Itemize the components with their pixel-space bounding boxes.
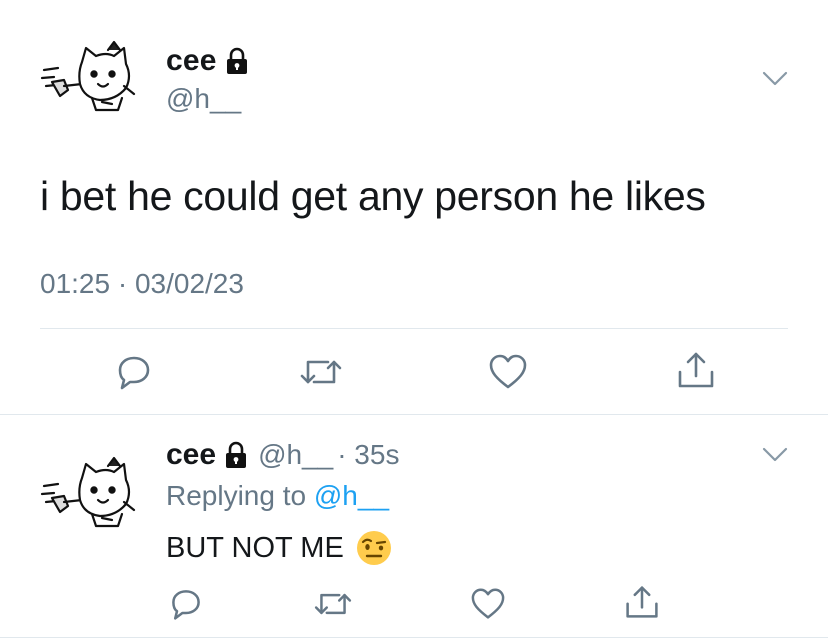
divider xyxy=(40,328,788,329)
like-icon xyxy=(471,588,505,619)
display-name[interactable]: cee xyxy=(166,438,216,472)
reply-icon xyxy=(118,356,150,390)
retweet-icon xyxy=(300,360,342,384)
avatar[interactable] xyxy=(38,40,144,114)
reply-text-row: BUT NOT ME xyxy=(166,528,392,568)
share-button[interactable] xyxy=(624,584,660,620)
chevron-down-icon[interactable] xyxy=(762,70,788,88)
reply-button[interactable] xyxy=(114,352,154,392)
cat-avatar-icon xyxy=(40,456,136,528)
reply-icon xyxy=(172,590,200,620)
cat-avatar-icon xyxy=(40,40,136,112)
share-button[interactable] xyxy=(676,350,716,390)
section-divider xyxy=(0,414,828,415)
retweet-button[interactable] xyxy=(312,588,354,620)
raised-eyebrow-face-icon xyxy=(356,530,392,566)
handle[interactable]: @h__ xyxy=(166,83,241,115)
timestamp[interactable]: 01:25 · 03/02/23 xyxy=(40,268,244,300)
like-icon xyxy=(489,354,527,389)
retweet-icon xyxy=(314,593,352,615)
share-icon xyxy=(626,586,658,618)
like-button[interactable] xyxy=(488,354,528,390)
replying-to: Replying to @h__ xyxy=(166,480,389,512)
reply-button[interactable] xyxy=(168,586,204,622)
tweet-age[interactable]: · 35s xyxy=(337,439,399,471)
replying-handle-link[interactable]: @h__ xyxy=(314,480,389,511)
reply-text: BUT NOT ME xyxy=(166,531,344,564)
handle[interactable]: @h__ xyxy=(258,439,333,471)
lock-icon xyxy=(225,47,249,75)
replying-prefix: Replying to xyxy=(166,480,307,511)
bottom-divider xyxy=(0,637,828,638)
share-icon xyxy=(678,352,714,388)
chevron-down-icon[interactable] xyxy=(762,446,788,464)
like-button[interactable] xyxy=(470,588,506,620)
lock-icon xyxy=(224,441,248,469)
avatar[interactable] xyxy=(38,456,144,530)
tweet-text: i bet he could get any person he likes xyxy=(40,173,706,219)
display-name[interactable]: cee xyxy=(166,44,217,78)
retweet-button[interactable] xyxy=(298,354,344,390)
